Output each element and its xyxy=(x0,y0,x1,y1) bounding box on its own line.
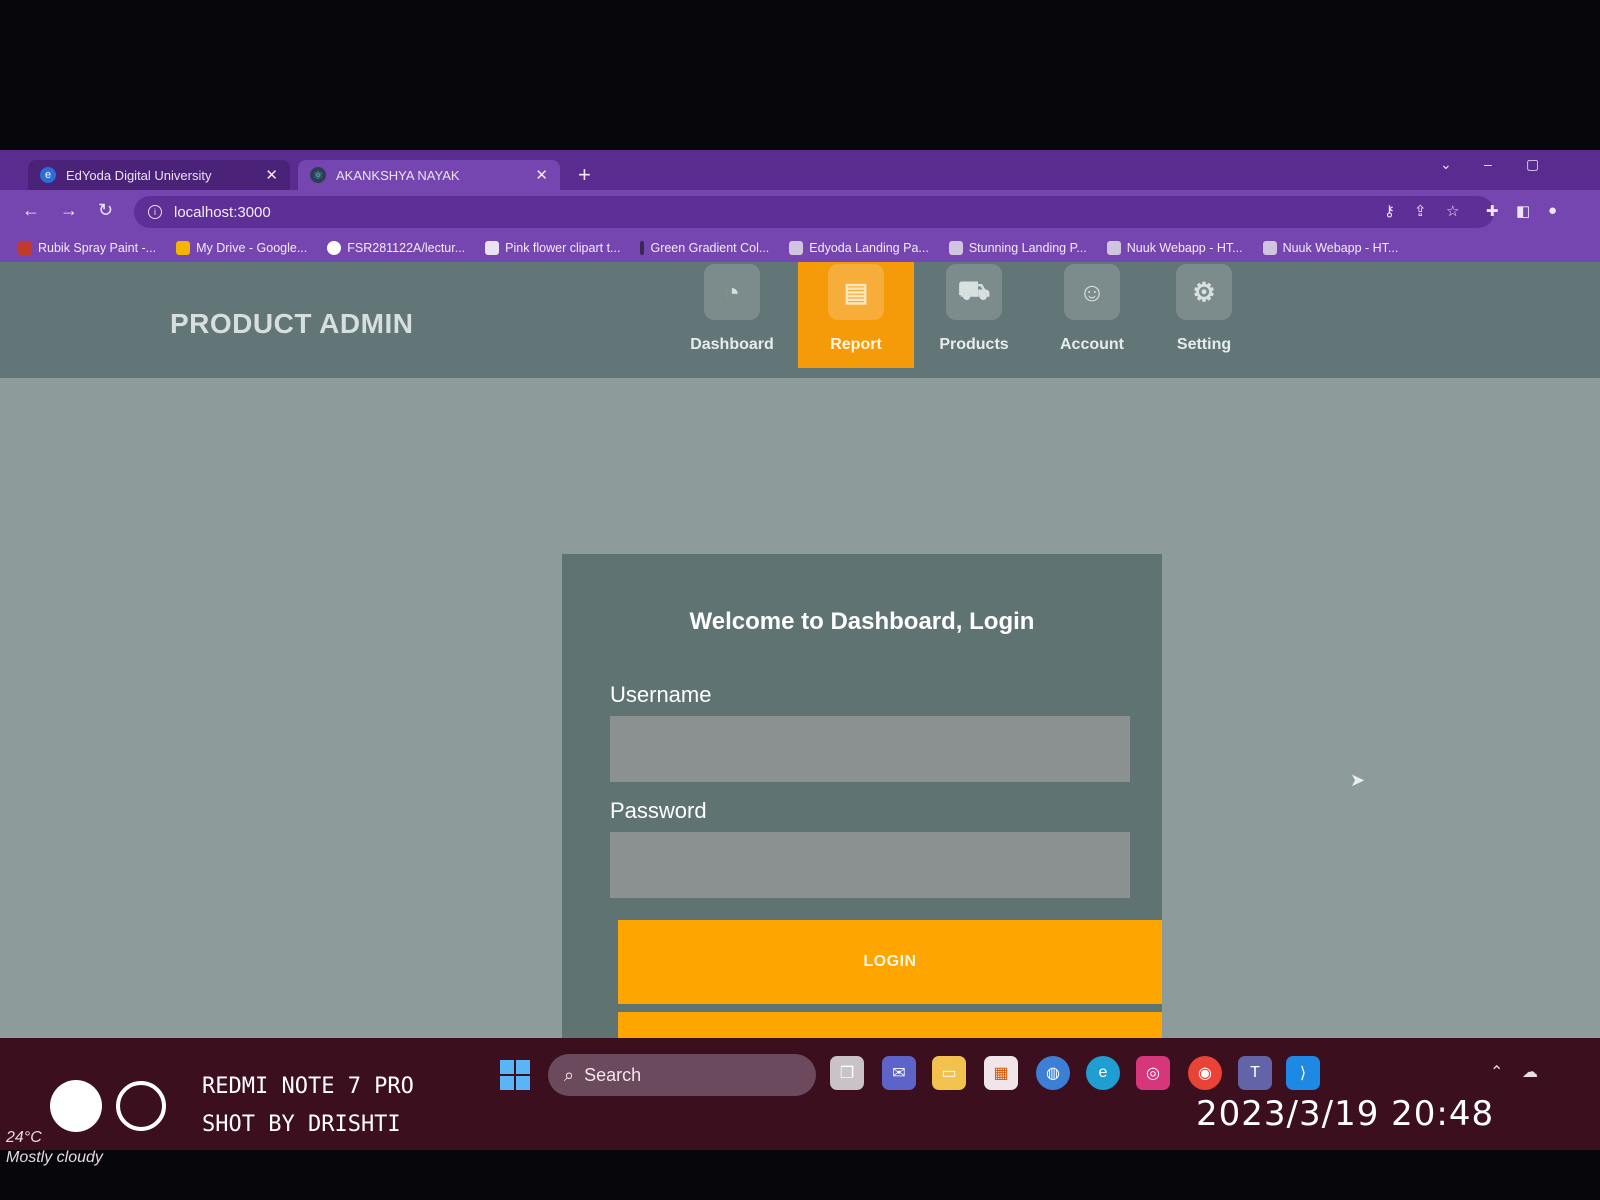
store-icon[interactable]: ▦ xyxy=(984,1056,1018,1090)
nav-label: Dashboard xyxy=(690,336,774,353)
new-tab-button[interactable]: + xyxy=(578,162,591,188)
vscode-icon[interactable]: ⟩ xyxy=(1286,1056,1320,1090)
weather-widget[interactable]: 24°C Mostly cloudy xyxy=(6,1128,103,1168)
react-favicon-icon: ⚛ xyxy=(310,167,326,183)
username-label: Username xyxy=(610,682,712,707)
forward-icon[interactable]: → xyxy=(60,200,78,221)
bookmarks-bar: Rubik Spray Paint -... My Drive - Google… xyxy=(0,234,1600,262)
shot-credit: SHOT BY DRISHTI xyxy=(202,1112,401,1137)
task-view-icon[interactable]: ❐ xyxy=(830,1056,864,1090)
edge-favicon-icon: e xyxy=(40,167,56,183)
tab-close-icon[interactable]: ✕ xyxy=(535,166,548,184)
password-input[interactable] xyxy=(610,832,1130,898)
globe-icon xyxy=(1106,241,1121,255)
browser-globe-icon[interactable]: ◍ xyxy=(1036,1056,1070,1090)
user-icon: ☺ xyxy=(1064,264,1120,320)
nav-dashboard[interactable]: ◔ Dashboard xyxy=(674,262,790,368)
globe-icon xyxy=(789,241,804,255)
watermark-ring-icon xyxy=(116,1081,166,1131)
browser-toolbar: ← → ↻ i localhost:3000 ⚷ ⇪ ☆ ✚ ◧ ● xyxy=(0,190,1600,234)
nav-label: Products xyxy=(939,336,1009,353)
browser-tab-strip: e EdYoda Digital University ✕ ⚛ AKANKSHY… xyxy=(0,150,1600,190)
file-explorer-icon[interactable]: ▭ xyxy=(932,1056,966,1090)
tab-close-icon[interactable]: ✕ xyxy=(265,166,278,184)
onedrive-icon[interactable]: ☁ xyxy=(1522,1062,1538,1082)
search-icon: ⌕ xyxy=(564,1064,575,1085)
drive-icon xyxy=(176,241,191,255)
login-title: Welcome to Dashboard, Login xyxy=(689,608,1035,635)
nav-label: Report xyxy=(830,336,882,353)
login-button[interactable]: LOGIN xyxy=(618,920,1162,1004)
chat-icon[interactable]: ✉ xyxy=(882,1056,916,1090)
weather-temp: 24°C xyxy=(6,1129,42,1146)
tab-title: EdYoda Digital University xyxy=(66,167,212,183)
reload-icon[interactable]: ↻ xyxy=(98,200,113,221)
globe-icon xyxy=(948,241,963,255)
globe-icon xyxy=(1262,241,1277,255)
cart-icon: ⛟ xyxy=(946,264,1002,320)
star-icon[interactable]: ☆ xyxy=(1446,202,1459,220)
tab-akankshya[interactable]: ⚛ AKANKSHYA NAYAK ✕ xyxy=(298,160,560,190)
photo-timestamp: 2023/3/19 20:48 xyxy=(1196,1094,1495,1134)
nav-label: Account xyxy=(1060,336,1124,353)
profile-avatar-icon[interactable]: ● xyxy=(1548,202,1557,219)
search-placeholder: Search xyxy=(584,1064,642,1085)
bookmark-item[interactable]: My Drive - Google... xyxy=(176,241,307,255)
edge-icon[interactable]: e xyxy=(1086,1056,1120,1090)
chrome-icon[interactable]: ◉ xyxy=(1188,1056,1222,1090)
gears-icon: ⚙ xyxy=(1176,264,1232,320)
bookmark-item[interactable]: Nuuk Webapp - HT... xyxy=(1262,241,1398,255)
minimize-icon[interactable]: – xyxy=(1484,156,1492,172)
file-icon: ▤ xyxy=(828,264,884,320)
github-icon xyxy=(327,241,342,255)
tab-title: AKANKSHYA NAYAK xyxy=(336,167,460,183)
tab-search-icon[interactable]: ⌄ xyxy=(1440,156,1452,173)
site-info-icon[interactable]: i xyxy=(148,205,162,219)
speedometer-icon: ◔ xyxy=(704,264,760,320)
nav-label: Setting xyxy=(1176,336,1232,353)
taskbar-search[interactable]: ⌕ Search xyxy=(548,1054,816,1096)
bookmark-favicon-icon xyxy=(485,241,500,255)
teams-icon[interactable]: T xyxy=(1238,1056,1272,1090)
tray-chevron-icon[interactable]: ⌃ xyxy=(1490,1062,1503,1082)
bookmark-item[interactable]: Edyoda Landing Pa... xyxy=(789,241,929,255)
nav-setting[interactable]: ⚙ Setting xyxy=(1146,262,1262,368)
password-label: Password xyxy=(610,798,707,823)
bookmark-favicon-icon xyxy=(18,241,32,255)
weather-desc: Mostly cloudy xyxy=(6,1149,103,1166)
bookmark-item[interactable]: Rubik Spray Paint -... xyxy=(18,241,156,255)
address-text: localhost:3000 xyxy=(174,203,271,221)
laptop-screen: e EdYoda Digital University ✕ ⚛ AKANKSHY… xyxy=(0,150,1600,1150)
bookmark-item[interactable]: Nuuk Webapp - HT... xyxy=(1106,241,1243,255)
address-bar[interactable]: i localhost:3000 xyxy=(134,196,1494,228)
username-input[interactable] xyxy=(610,716,1130,782)
nav-products[interactable]: ⛟ Products xyxy=(916,262,1032,368)
mouse-cursor-icon: ➤ xyxy=(1350,770,1366,790)
watermark-dot-icon xyxy=(50,1080,102,1132)
instagram-icon[interactable]: ◎ xyxy=(1136,1056,1170,1090)
tab-edyoda[interactable]: e EdYoda Digital University ✕ xyxy=(28,160,290,190)
bookmark-item[interactable]: Stunning Landing P... xyxy=(948,241,1087,255)
extensions-icon[interactable]: ✚ xyxy=(1486,202,1499,220)
bookmark-item[interactable]: Pink flower clipart t... xyxy=(485,241,620,255)
bookmark-item[interactable]: FSR281122A/lectur... xyxy=(327,241,465,255)
maximize-icon[interactable]: ▢ xyxy=(1526,156,1539,173)
bookmark-item[interactable]: Green Gradient Col... xyxy=(640,241,769,255)
watermark-text: REDMI NOTE 7 PRO SHOT BY DRISHTI xyxy=(202,1068,414,1144)
windows-start-icon[interactable] xyxy=(500,1060,530,1090)
share-icon[interactable]: ⇪ xyxy=(1414,202,1427,220)
device-name: REDMI NOTE 7 PRO xyxy=(202,1074,414,1099)
back-icon[interactable]: ← xyxy=(22,200,40,221)
brand-title: PRODUCT ADMIN xyxy=(170,308,414,339)
app-header: PRODUCT ADMIN ◔ Dashboard ▤ Report ⛟ Pro… xyxy=(0,262,1600,378)
nav-account[interactable]: ☺ Account xyxy=(1034,262,1150,368)
key-icon[interactable]: ⚷ xyxy=(1384,202,1395,220)
nav-report[interactable]: ▤ Report xyxy=(798,262,914,368)
side-panel-icon[interactable]: ◧ xyxy=(1516,202,1530,220)
camera-watermark: REDMI NOTE 7 PRO SHOT BY DRISHTI xyxy=(50,1068,414,1144)
bookmark-favicon-icon xyxy=(640,241,645,255)
product-admin-app: PRODUCT ADMIN ◔ Dashboard ▤ Report ⛟ Pro… xyxy=(0,262,1600,1150)
